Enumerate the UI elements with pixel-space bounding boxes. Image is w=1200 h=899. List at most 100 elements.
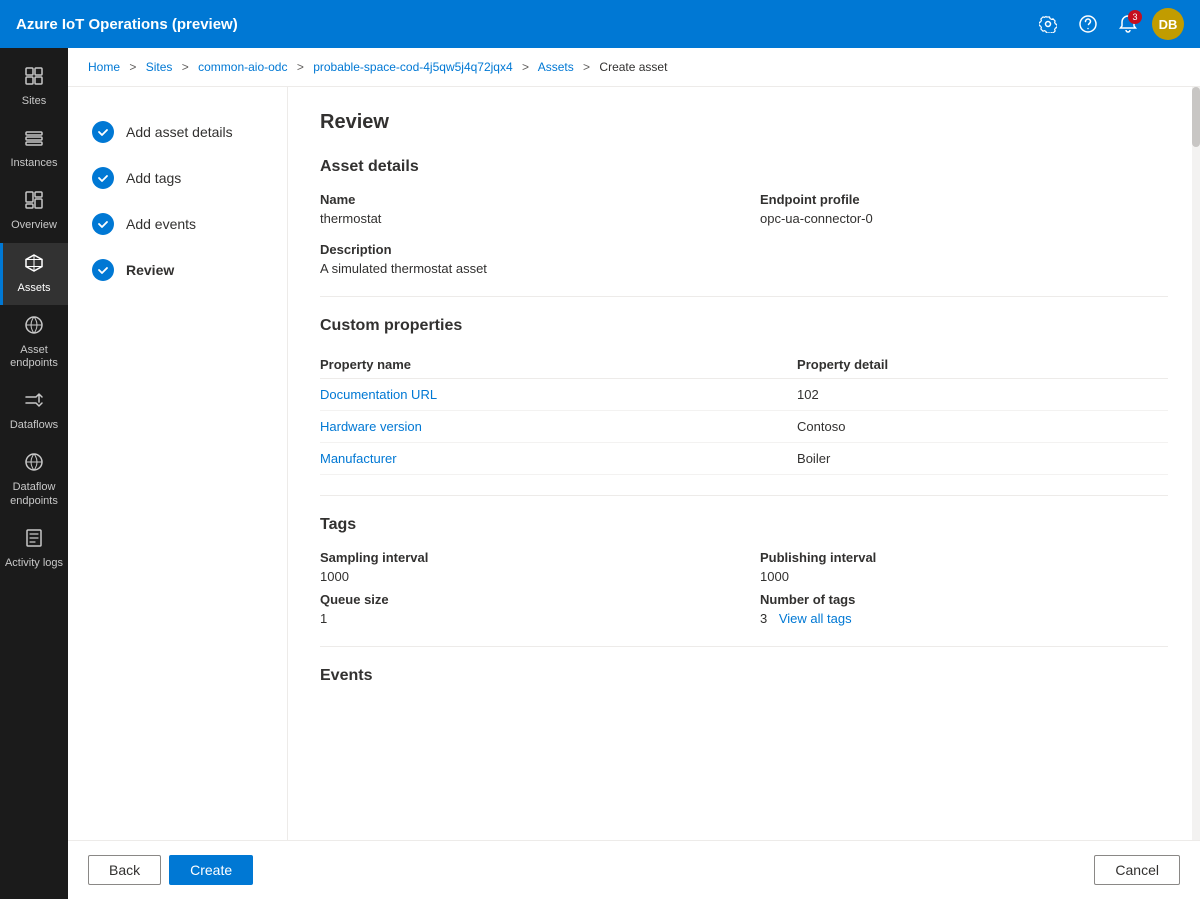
sampling-interval-value: 1000 — [320, 569, 728, 584]
sampling-interval-detail: Sampling interval 1000 — [320, 550, 728, 584]
wizard-step-add-tags[interactable]: Add tags — [84, 157, 271, 199]
help-icon — [1079, 15, 1097, 33]
breadcrumb-sites[interactable]: Sites — [146, 60, 173, 74]
number-of-tags-label: Number of tags — [760, 592, 1168, 607]
table-row: ManufacturerBoiler — [320, 443, 1168, 475]
sidebar-item-instances[interactable]: Instances — [0, 118, 68, 180]
main-area: Home > Sites > common-aio-odc > probable… — [68, 48, 1200, 899]
breadcrumb-home[interactable]: Home — [88, 60, 120, 74]
publishing-interval-value: 1000 — [760, 569, 1168, 584]
dataflow-endpoints-icon — [24, 452, 44, 477]
notification-count-badge: 3 — [1128, 10, 1142, 24]
custom-properties-table: Property name Property detail Documentat… — [320, 351, 1168, 475]
sidebar-item-sites-label: Sites — [22, 95, 46, 108]
property-name-cell: Manufacturer — [320, 443, 797, 475]
tags-grid: Sampling interval 1000 Publishing interv… — [320, 550, 1168, 584]
property-detail-cell: Boiler — [797, 443, 1168, 475]
sidebar-item-dataflow-endpoints-label: Dataflow endpoints — [4, 481, 64, 507]
step-circle-add-events — [92, 213, 114, 235]
view-all-tags-link[interactable]: View all tags — [779, 611, 852, 626]
property-name-cell: Documentation URL — [320, 379, 797, 411]
user-avatar[interactable]: DB — [1152, 8, 1184, 40]
cancel-button[interactable]: Cancel — [1094, 855, 1180, 885]
bottom-spacer — [320, 701, 1168, 761]
property-detail-col-header: Property detail — [797, 351, 1168, 379]
sampling-interval-label: Sampling interval — [320, 550, 728, 565]
notifications-button[interactable]: 3 — [1112, 8, 1144, 40]
tags-grid-2: Queue size 1 Number of tags 3 View all t… — [320, 592, 1168, 626]
endpoint-value: opc-ua-connector-0 — [760, 211, 1168, 226]
tags-section-title: Tags — [320, 516, 1168, 534]
name-detail: Name thermostat — [320, 192, 728, 226]
sidebar-item-dataflows[interactable]: Dataflows — [0, 380, 68, 442]
app-layout: Sites Instances Overview — [0, 48, 1200, 899]
endpoint-label: Endpoint profile — [760, 192, 1168, 207]
endpoint-detail: Endpoint profile opc-ua-connector-0 — [760, 192, 1168, 226]
divider-3 — [320, 646, 1168, 647]
property-name-col-header: Property name — [320, 351, 797, 379]
scrollbar-thumb[interactable] — [1192, 87, 1200, 147]
app-title: Azure IoT Operations (preview) — [16, 16, 1032, 33]
sidebar-item-activity-logs[interactable]: Activity logs — [0, 518, 68, 580]
sidebar-item-assets[interactable]: Assets — [0, 243, 68, 305]
sidebar-item-overview-label: Overview — [11, 219, 57, 232]
name-label: Name — [320, 192, 728, 207]
sidebar: Sites Instances Overview — [0, 48, 68, 899]
name-value: thermostat — [320, 211, 728, 226]
create-button[interactable]: Create — [169, 855, 253, 885]
instances-icon — [24, 128, 44, 153]
sidebar-item-instances-label: Instances — [10, 157, 57, 170]
description-detail: Description A simulated thermostat asset — [320, 242, 1168, 276]
settings-icon — [1039, 15, 1057, 33]
asset-details-grid: Name thermostat Endpoint profile opc-ua-… — [320, 192, 1168, 276]
publishing-interval-detail: Publishing interval 1000 — [760, 550, 1168, 584]
description-value: A simulated thermostat asset — [320, 261, 1168, 276]
breadcrumb-assets[interactable]: Assets — [538, 60, 574, 74]
breadcrumb-common-aio-odc[interactable]: common-aio-odc — [198, 60, 287, 74]
number-of-tags-detail: Number of tags 3 View all tags — [760, 592, 1168, 626]
events-section-title: Events — [320, 667, 1168, 685]
breadcrumb-current: Create asset — [599, 60, 667, 74]
publishing-interval-label: Publishing interval — [760, 550, 1168, 565]
sidebar-item-dataflow-endpoints[interactable]: Dataflow endpoints — [0, 442, 68, 517]
settings-button[interactable] — [1032, 8, 1064, 40]
step-circle-add-asset-details — [92, 121, 114, 143]
number-of-tags-value: 3 View all tags — [760, 611, 1168, 626]
table-row: Hardware versionContoso — [320, 411, 1168, 443]
tags-count: 3 — [760, 611, 767, 626]
checkmark-icon-tags — [97, 172, 109, 184]
custom-properties-section-title: Custom properties — [320, 317, 1168, 335]
overview-icon — [24, 190, 44, 215]
divider-2 — [320, 495, 1168, 496]
back-button[interactable]: Back — [88, 855, 161, 885]
sidebar-item-assets-label: Assets — [17, 282, 50, 295]
sidebar-item-asset-endpoints[interactable]: Asset endpoints — [0, 305, 68, 380]
step-circle-add-tags — [92, 167, 114, 189]
property-detail-cell: 102 — [797, 379, 1168, 411]
wizard-step-add-events[interactable]: Add events — [84, 203, 271, 245]
wizard-step-add-asset-details[interactable]: Add asset details — [84, 111, 271, 153]
help-button[interactable] — [1072, 8, 1104, 40]
sidebar-item-asset-endpoints-label: Asset endpoints — [4, 344, 64, 370]
sidebar-item-activity-logs-label: Activity logs — [5, 557, 63, 570]
divider-1 — [320, 296, 1168, 297]
queue-size-label: Queue size — [320, 592, 728, 607]
breadcrumb-instance[interactable]: probable-space-cod-4j5qw5j4q72jqx4 — [313, 60, 512, 74]
step-circle-review — [92, 259, 114, 281]
property-name-cell: Hardware version — [320, 411, 797, 443]
content-area: Add asset details Add tags — [68, 87, 1200, 840]
top-navigation: Azure IoT Operations (preview) 3 DB — [0, 0, 1200, 48]
sidebar-item-overview[interactable]: Overview — [0, 180, 68, 242]
wizard-step-review[interactable]: Review — [84, 249, 271, 291]
step-label-add-asset-details: Add asset details — [126, 124, 233, 140]
property-detail-cell: Contoso — [797, 411, 1168, 443]
queue-size-detail: Queue size 1 — [320, 592, 728, 626]
step-label-add-tags: Add tags — [126, 170, 181, 186]
wizard-navigation: Add asset details Add tags — [68, 87, 288, 840]
sidebar-item-dataflows-label: Dataflows — [10, 419, 58, 432]
sidebar-item-sites[interactable]: Sites — [0, 56, 68, 118]
checkmark-icon-review — [97, 264, 109, 276]
description-label: Description — [320, 242, 1168, 257]
checkmark-icon-events — [97, 218, 109, 230]
review-panel: Review Asset details Name thermostat End… — [288, 87, 1200, 840]
